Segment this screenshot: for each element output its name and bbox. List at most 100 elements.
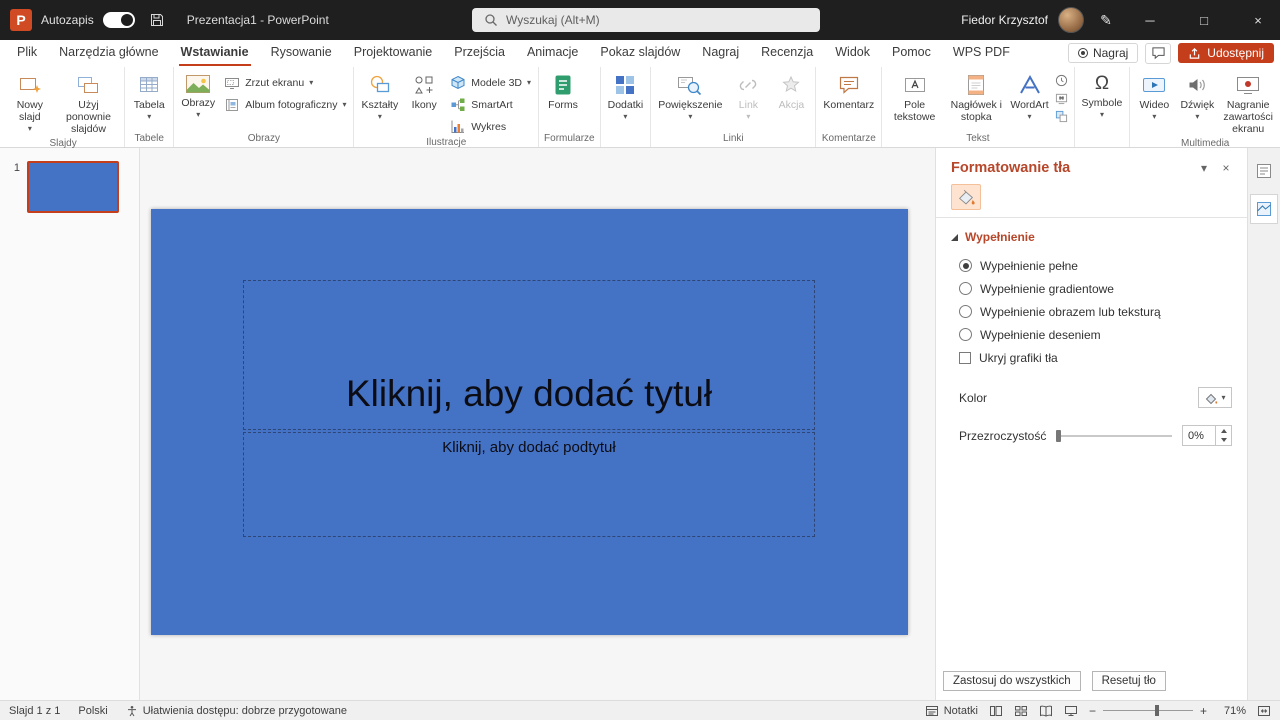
zoom-slider-handle[interactable] <box>1155 705 1159 716</box>
tab-pomoc[interactable]: Pomoc <box>881 40 942 66</box>
slide-sorter-view-button[interactable] <box>1014 705 1028 717</box>
slideshow-view-button[interactable] <box>1064 705 1078 717</box>
chart-button[interactable]: Wykres <box>446 118 535 136</box>
addins-button[interactable]: Dodatki ▾ <box>604 69 648 123</box>
tab-nagraj[interactable]: Nagraj <box>691 40 750 66</box>
transparency-spinner[interactable]: 0% <box>1182 425 1232 446</box>
avatar[interactable] <box>1058 7 1084 33</box>
format-shape-pane-icon[interactable] <box>1250 194 1278 224</box>
slide[interactable]: Kliknij, aby dodać tytuł Kliknij, aby do… <box>151 209 908 635</box>
shapes-button[interactable]: Kształty ▾ <box>357 69 402 123</box>
photo-album-button[interactable]: Album fotograficzny ▾ <box>220 96 350 114</box>
textbox-icon <box>903 73 927 97</box>
chevron-down-icon: ▾ <box>309 79 313 87</box>
language-indicator[interactable]: Polski <box>78 705 107 717</box>
screen-recording-button[interactable]: Nagranie zawartości ekranu <box>1219 69 1277 137</box>
forms-button[interactable]: Forms <box>542 69 584 113</box>
textbox-button[interactable]: Pole tekstowe <box>885 69 944 125</box>
transparency-slider[interactable] <box>1056 435 1172 437</box>
new-slide-button[interactable]: Nowy slajd ▾ <box>5 69 55 135</box>
notes-toggle[interactable]: Notatki <box>925 705 978 717</box>
normal-view-button[interactable] <box>989 705 1003 717</box>
title-placeholder[interactable]: Kliknij, aby dodać tytuł <box>243 280 815 430</box>
task-pane-icon[interactable] <box>1250 156 1278 186</box>
spinner-down-icon[interactable] <box>1216 436 1231 446</box>
tab-rysowanie[interactable]: Rysowanie <box>260 40 343 66</box>
slide-thumbnail-1[interactable]: 1 <box>0 161 139 213</box>
color-bucket-icon <box>1204 392 1218 404</box>
3d-models-button[interactable]: Modele 3D ▾ <box>446 74 535 92</box>
comments-toggle-button[interactable] <box>1145 43 1171 64</box>
slide-canvas[interactable]: Kliknij, aby dodać tytuł Kliknij, aby do… <box>140 148 935 700</box>
panel-menu-chevron-icon[interactable]: ▾ <box>1193 161 1215 175</box>
tab-narzedzia-glowne[interactable]: Narzędzia główne <box>48 40 169 66</box>
video-button[interactable]: Wideo ▾ <box>1133 69 1175 123</box>
slide-number-button[interactable] <box>1055 92 1068 105</box>
fill-picture-radio[interactable]: Wypełnienie obrazem lub teksturą <box>951 300 1232 323</box>
zoom-out-button[interactable]: − <box>1089 704 1096 718</box>
share-button[interactable]: Udostępnij <box>1178 43 1274 63</box>
maximize-button[interactable]: □ <box>1182 0 1226 40</box>
tab-recenzja[interactable]: Recenzja <box>750 40 824 66</box>
fill-tab-button[interactable] <box>951 184 981 210</box>
tab-projektowanie[interactable]: Projektowanie <box>343 40 444 66</box>
tab-pokaz-slajdow[interactable]: Pokaz slajdów <box>589 40 691 66</box>
search-box[interactable]: Wyszukaj (Alt+M) <box>472 8 820 32</box>
icons-button[interactable]: Ikony <box>403 69 445 113</box>
subtitle-placeholder[interactable]: Kliknij, aby dodać podtytuł <box>243 432 815 537</box>
zoom-in-button[interactable]: + <box>1200 704 1207 718</box>
tab-wps-pdf[interactable]: WPS PDF <box>942 40 1021 66</box>
zoom-link-button[interactable]: Powiększenie ▾ <box>654 69 726 123</box>
pictures-button[interactable]: Obrazy ▾ <box>177 69 219 121</box>
fill-pattern-radio[interactable]: Wypełnienie deseniem <box>951 323 1232 346</box>
powerpoint-logo-icon[interactable]: P <box>10 9 32 31</box>
reset-background-button[interactable]: Resetuj tło <box>1092 671 1166 691</box>
tab-widok[interactable]: Widok <box>824 40 881 66</box>
reuse-slides-button[interactable]: Użyj ponownie slajdów <box>56 69 122 137</box>
symbols-label: Symbole <box>1082 97 1123 109</box>
tab-wstawianie[interactable]: Wstawianie <box>170 40 260 66</box>
tab-animacje[interactable]: Animacje <box>516 40 589 66</box>
smartart-icon <box>450 97 466 113</box>
chevron-down-icon: ▾ <box>147 113 151 121</box>
tab-plik[interactable]: Plik <box>6 40 48 66</box>
tab-przejscia[interactable]: Przejścia <box>443 40 516 66</box>
accessibility-status[interactable]: Ułatwienia dostępu: dobrze przygotowane <box>126 705 347 717</box>
record-button[interactable]: Nagraj <box>1068 43 1138 63</box>
fill-gradient-radio[interactable]: Wypełnienie gradientowe <box>951 277 1232 300</box>
symbols-button[interactable]: Ω Symbole ▾ <box>1078 69 1127 121</box>
wordart-button[interactable]: WordArt ▾ <box>1009 69 1051 123</box>
screen-recording-icon <box>1235 73 1261 97</box>
table-button[interactable]: Tabela ▾ <box>128 69 170 123</box>
new-comment-button[interactable]: Komentarz <box>819 69 878 113</box>
fit-to-window-icon[interactable] <box>1257 705 1271 717</box>
date-time-button[interactable] <box>1055 74 1068 87</box>
screen-recording-label: Nagranie zawartości ekranu <box>1223 99 1273 135</box>
spinner-up-icon[interactable] <box>1216 426 1231 436</box>
smartart-button[interactable]: SmartArt <box>446 96 535 114</box>
pen-icon[interactable]: ✎ <box>1094 12 1118 29</box>
apply-to-all-button[interactable]: Zastosuj do wszystkich <box>943 671 1081 691</box>
header-footer-button[interactable]: Nagłówek i stopka <box>945 69 1007 125</box>
panel-close-icon[interactable]: × <box>1215 161 1237 175</box>
pictures-label: Obrazy <box>181 97 215 109</box>
share-icon <box>1188 47 1201 60</box>
shapes-icon <box>368 73 392 97</box>
slide-indicator[interactable]: Slajd 1 z 1 <box>9 705 60 717</box>
reading-view-button[interactable] <box>1039 705 1053 717</box>
zoom-slider[interactable] <box>1103 710 1193 712</box>
object-button[interactable] <box>1055 110 1068 123</box>
close-button[interactable]: × <box>1236 0 1280 40</box>
slide-thumbnail-preview[interactable] <box>27 161 119 213</box>
hide-background-checkbox[interactable]: Ukryj grafiki tła <box>951 346 1232 369</box>
fill-section-header[interactable]: Wypełnienie <box>951 230 1232 244</box>
save-icon[interactable] <box>144 6 170 34</box>
screenshot-button[interactable]: Zrzut ekranu ▾ <box>220 74 350 92</box>
autosave-toggle[interactable] <box>103 12 135 28</box>
transparency-slider-handle[interactable] <box>1056 430 1061 442</box>
minimize-button[interactable]: ─ <box>1128 0 1172 40</box>
audio-button[interactable]: Dźwięk ▾ <box>1176 69 1218 123</box>
zoom-level[interactable]: 71% <box>1218 705 1246 717</box>
color-dropdown-button[interactable]: ▾ <box>1198 387 1232 408</box>
fill-solid-radio[interactable]: Wypełnienie pełne <box>951 254 1232 277</box>
